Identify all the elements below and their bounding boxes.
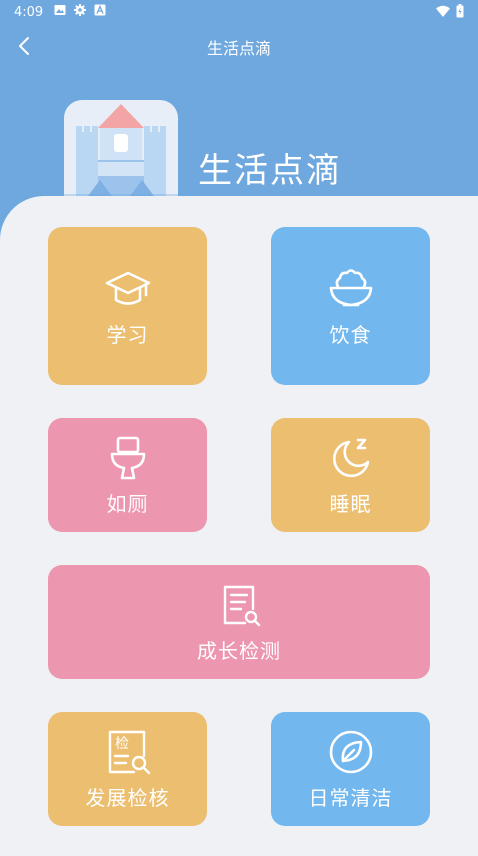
android-a-icon <box>94 4 106 16</box>
status-bar: 4:09 <box>0 0 478 26</box>
page-title: 生活点滴 <box>206 39 271 58</box>
battery-icon <box>456 4 464 18</box>
gallery-icon <box>54 5 66 15</box>
tile-growth-check[interactable]: 成长检测 <box>48 565 430 679</box>
toilet-icon <box>110 436 145 479</box>
moon-sleep-icon <box>332 438 369 477</box>
tile-label: 成长检测 <box>197 638 281 663</box>
tile-label: 学习 <box>106 322 149 347</box>
tile-sleep[interactable]: 睡眠 <box>271 418 430 532</box>
leaf-icon <box>329 730 372 773</box>
document-search-icon <box>223 585 261 626</box>
rice-bowl-icon <box>329 268 372 306</box>
wifi-icon <box>436 5 450 17</box>
check-document-icon: 检 <box>108 730 150 774</box>
tile-study[interactable]: 学习 <box>48 227 207 385</box>
check-document-icon-text: 检 <box>115 736 129 752</box>
tile-label: 如厕 <box>106 491 149 516</box>
settings-gear-icon <box>74 4 86 16</box>
title-bar: 生活点滴 <box>0 26 478 64</box>
tile-daily-cleaning[interactable]: 日常清洁 <box>271 712 430 826</box>
status-time: 4:09 <box>14 5 44 20</box>
tile-label: 日常清洁 <box>308 785 393 810</box>
app-name: 生活点滴 <box>198 151 342 191</box>
tile-toilet[interactable]: 如厕 <box>48 418 207 532</box>
tile-label: 睡眠 <box>329 491 372 516</box>
tile-diet[interactable]: 饮食 <box>271 227 430 385</box>
tile-label: 饮食 <box>329 322 372 347</box>
tile-development-check[interactable]: 检 发展检核 <box>48 712 207 826</box>
tile-label: 发展检核 <box>85 785 170 810</box>
graduation-cap-icon <box>105 271 150 305</box>
